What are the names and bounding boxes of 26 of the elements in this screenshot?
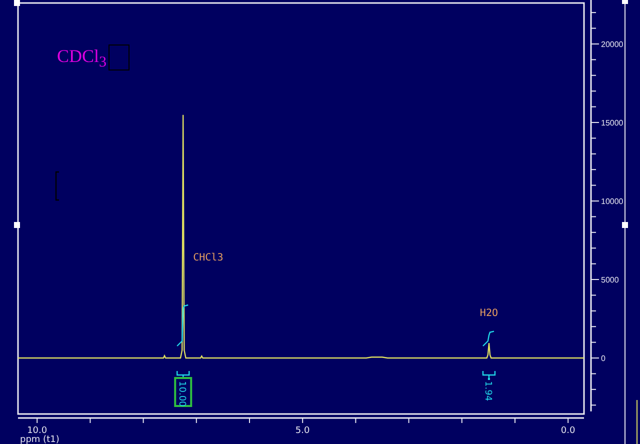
peak-label: CHCl3	[193, 252, 224, 264]
x-tick-label: 5.0	[295, 426, 310, 436]
resize-handle[interactable]	[14, 0, 20, 6]
selection-box[interactable]	[174, 377, 192, 407]
bracket-mark	[55, 171, 59, 201]
resize-handle[interactable]	[622, 222, 628, 228]
cursor-line	[636, 400, 638, 444]
integral-value: 1.94	[482, 381, 492, 402]
resize-handle[interactable]	[14, 222, 20, 228]
x-tick-label: 10.0	[27, 426, 48, 436]
y-tick-label: 5000	[601, 276, 619, 284]
integral-curve	[176, 304, 188, 346]
resize-handle[interactable]	[622, 0, 628, 4]
y-tick-label: 15000	[601, 118, 624, 128]
x-axis-title: ppm (t1)	[20, 435, 60, 444]
integral-bracket	[482, 370, 496, 379]
solvent-label: CDCl$_{3}$	[57, 46, 107, 72]
integral-curve	[482, 330, 494, 346]
y-tick-label: 20000	[601, 40, 624, 49]
y-tick-label: 0	[601, 354, 606, 363]
integral-bracket	[176, 370, 190, 379]
integral-value: 10.00	[176, 381, 187, 407]
peak-label: H2O	[480, 308, 498, 320]
selection-rectangle	[108, 44, 130, 70]
y-tick-label: 10000	[601, 197, 624, 206]
x-tick-label: 0.0	[560, 426, 576, 436]
